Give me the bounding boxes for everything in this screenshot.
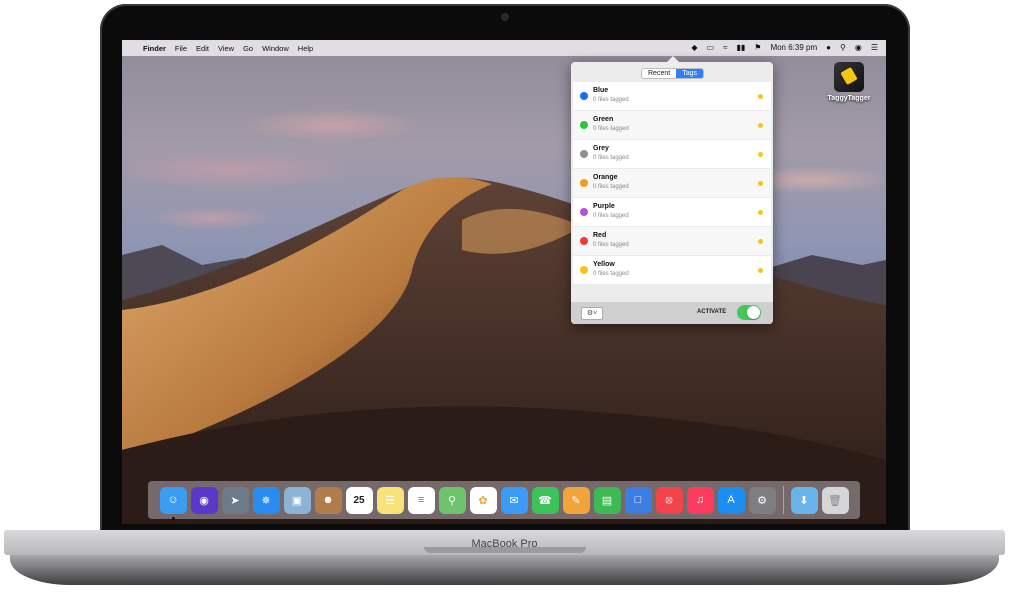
tag-row-red[interactable]: Red 0 files tagged xyxy=(573,227,771,256)
desktop-screen: Finder File Edit View Go Window Help ◆ ▭… xyxy=(122,40,886,524)
notification-center-icon[interactable]: ☰ xyxy=(871,40,878,56)
green-tag-dot-icon xyxy=(580,121,588,129)
spotlight-icon[interactable]: ⚲ xyxy=(840,40,846,56)
calendar-day: 25 xyxy=(353,494,365,506)
tag-name: Blue xyxy=(593,87,609,94)
siri-menu-icon[interactable]: ◉ xyxy=(855,40,862,56)
dock-divider xyxy=(782,486,784,514)
laptop-notch xyxy=(424,547,586,553)
siri-icon[interactable]: ◉ xyxy=(190,486,218,514)
taggytagger-desktop-icon[interactable]: TaggyTagger xyxy=(820,62,878,102)
activate-label: ACTIVATE xyxy=(697,309,727,315)
menu-bar: Finder File Edit View Go Window Help ◆ ▭… xyxy=(122,40,886,56)
blue-tag-dot-icon xyxy=(580,92,588,100)
red-tag-dot-icon xyxy=(580,237,588,245)
facetime-icon[interactable]: ☎ xyxy=(531,486,559,514)
notes-icon[interactable]: ☰ xyxy=(376,486,404,514)
menu-window[interactable]: Window xyxy=(262,44,289,53)
tag-count: 0 files tagged xyxy=(593,242,629,248)
tag-row-yellow[interactable]: Yellow 0 files tagged xyxy=(573,256,771,285)
flag-icon[interactable]: ⚑ xyxy=(754,40,761,56)
app-store-icon[interactable]: A xyxy=(717,486,745,514)
photos-icon[interactable]: ✿ xyxy=(469,486,497,514)
calendar-icon[interactable]: 25 xyxy=(345,486,373,514)
battery-icon[interactable]: ▮▮ xyxy=(736,40,745,56)
tags-popover: Recent Tags Blue 0 files tagged Green 0 … xyxy=(571,56,773,324)
numbers-icon[interactable]: ▤ xyxy=(593,486,621,514)
status-dot-icon xyxy=(758,123,763,128)
activate-toggle[interactable] xyxy=(737,305,761,320)
tag-count: 0 files tagged xyxy=(593,97,629,103)
yellow-tag-dot-icon xyxy=(580,266,588,274)
downloads-folder-icon[interactable]: ⬇ xyxy=(790,486,818,514)
airplay-icon[interactable]: ▭ xyxy=(707,40,715,56)
grey-tag-dot-icon xyxy=(580,150,588,158)
tag-count: 0 files tagged xyxy=(593,126,629,132)
tag-count: 0 files tagged xyxy=(593,184,629,190)
tag-count: 0 files tagged xyxy=(593,271,629,277)
status-dot-icon xyxy=(758,210,763,215)
menu-help[interactable]: Help xyxy=(298,44,313,53)
reminders-icon[interactable]: ≡ xyxy=(407,486,435,514)
maps-icon[interactable]: ⚲ xyxy=(438,486,466,514)
tag-row-grey[interactable]: Grey 0 files tagged xyxy=(573,140,771,169)
finder-icon[interactable]: ☺ xyxy=(159,486,187,520)
messages-icon[interactable]: ✉ xyxy=(500,486,528,514)
menu-go[interactable]: Go xyxy=(243,44,253,53)
menu-app-name[interactable]: Finder xyxy=(143,44,166,53)
status-dot-icon xyxy=(758,94,763,99)
menu-file[interactable]: File xyxy=(175,44,187,53)
clock[interactable]: Mon 6:39 pm xyxy=(770,40,817,56)
tag-name: Yellow xyxy=(593,261,615,268)
tag-app-icon xyxy=(834,62,864,92)
music-icon[interactable]: ♫ xyxy=(686,486,714,514)
menu-view[interactable]: View xyxy=(218,44,234,53)
tag-row-blue[interactable]: Blue 0 files tagged xyxy=(573,82,771,111)
pages-icon[interactable]: ✎ xyxy=(562,486,590,514)
status-dot-icon xyxy=(758,268,763,273)
tag-name: Red xyxy=(593,232,607,239)
purple-tag-dot-icon xyxy=(580,208,588,216)
contacts-icon[interactable]: ☻ xyxy=(314,486,342,514)
tag-name: Purple xyxy=(593,203,615,210)
running-indicator xyxy=(171,516,175,520)
user-icon[interactable]: ● xyxy=(826,40,831,56)
menu-edit[interactable]: Edit xyxy=(196,44,209,53)
tag-row-orange[interactable]: Orange 0 files tagged xyxy=(573,169,771,198)
popover-footer: ⚙˅ ACTIVATE xyxy=(571,302,773,324)
status-dot-icon xyxy=(758,239,763,244)
status-menus: ◆ ▭ ≈ ▮▮ ⚑ Mon 6:39 pm ● ⚲ ◉ ☰ xyxy=(691,40,878,56)
launchpad-icon[interactable]: ➤ xyxy=(221,486,249,514)
orange-tag-dot-icon xyxy=(580,179,588,187)
tab-switcher: Recent Tags xyxy=(641,68,704,79)
settings-menu-button[interactable]: ⚙˅ xyxy=(581,307,603,320)
tab-tags[interactable]: Tags xyxy=(676,69,703,78)
tag-row-green[interactable]: Green 0 files tagged xyxy=(573,111,771,140)
tab-recent[interactable]: Recent xyxy=(642,69,676,78)
status-dot-icon xyxy=(758,152,763,157)
preview-icon[interactable]: ▣ xyxy=(283,486,311,514)
desktop-icon-label: TaggyTagger xyxy=(827,95,871,102)
system-preferences-icon[interactable]: ⚙ xyxy=(748,486,776,514)
safari-icon[interactable]: ✵ xyxy=(252,486,280,514)
tag-name: Grey xyxy=(593,145,609,152)
tag-name: Orange xyxy=(593,174,618,181)
dock: ☺ ◉ ➤ ✵ ▣ ☻ 25 ☰ ≡ ⚲ ✿ ✉ ☎ ✎ ▤ □ ⦻ ♫ A ⚙… xyxy=(148,481,860,520)
tag-list: Blue 0 files tagged Green 0 files tagged… xyxy=(573,82,771,285)
tag-name: Green xyxy=(593,116,614,123)
laptop-base xyxy=(10,555,999,585)
tag-count: 0 files tagged xyxy=(593,213,629,219)
status-dot-icon xyxy=(758,181,763,186)
tag-status-icon[interactable]: ◆ xyxy=(691,40,697,56)
wifi-icon[interactable]: ≈ xyxy=(723,40,727,56)
trash-icon[interactable]: 🗑 xyxy=(821,486,849,514)
camera-icon xyxy=(502,14,508,20)
keynote-icon[interactable]: □ xyxy=(624,486,652,514)
tag-row-purple[interactable]: Purple 0 files tagged xyxy=(573,198,771,227)
tag-count: 0 files tagged xyxy=(593,155,629,161)
news-icon[interactable]: ⦻ xyxy=(655,486,683,514)
